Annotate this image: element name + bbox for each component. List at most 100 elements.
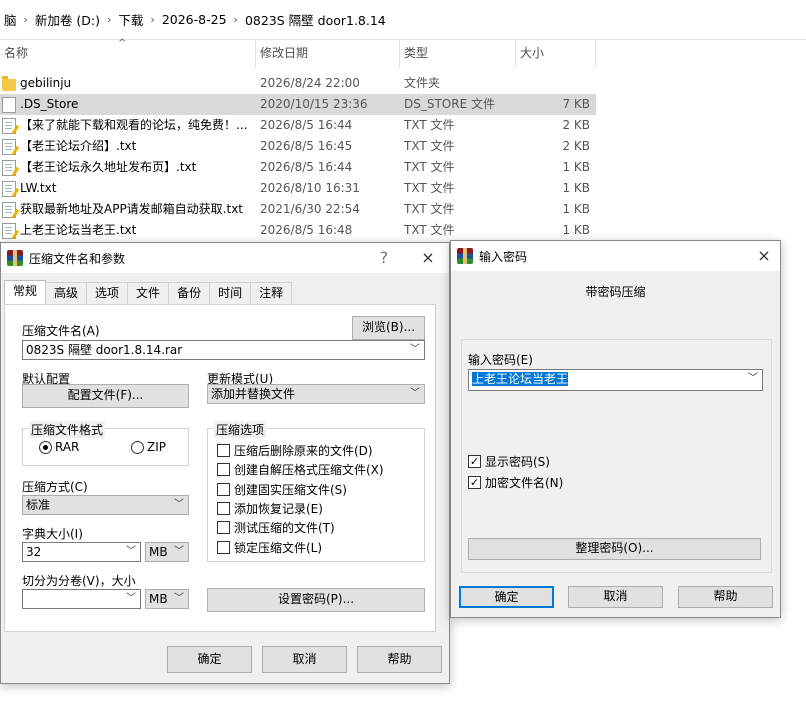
tab-advanced[interactable]: 高级: [45, 282, 88, 304]
organize-passwords-button[interactable]: 整理密码(O)...: [468, 538, 761, 560]
file-size: 2 KB: [562, 118, 590, 132]
password-cancel-button[interactable]: 取消: [568, 586, 663, 608]
chevron-down-icon[interactable]: ﹀: [126, 543, 136, 561]
chevron-down-icon[interactable]: ﹀: [126, 590, 136, 608]
help-button[interactable]: 帮助: [357, 646, 442, 673]
file-type: TXT 文件: [404, 223, 455, 237]
close-icon[interactable]: ×: [749, 241, 779, 271]
file-row[interactable]: 【老王论坛介绍】.txt 2026/8/5 16:45 TXT 文件 2 KB: [0, 136, 596, 157]
checkbox-icon: [217, 502, 230, 515]
show-password-label: 显示密码(S): [485, 455, 550, 469]
file-date: 2020/10/15 23:36: [260, 97, 368, 111]
password-ok-button[interactable]: 确定: [459, 586, 554, 608]
file-row[interactable]: LW.txt 2026/8/10 16:31 TXT 文件 1 KB: [0, 178, 596, 199]
archive-name-input[interactable]: 0823S 隔壁 door1.8.14.rar ﹀: [22, 340, 425, 360]
format-rar-radio[interactable]: RAR: [39, 440, 79, 454]
breadcrumb-4[interactable]: 0823S 隔壁 door1.8.14: [241, 10, 390, 29]
close-icon[interactable]: ×: [413, 243, 443, 273]
option-label: 压缩后删除原来的文件(D): [234, 444, 373, 458]
file-row[interactable]: gebilinju 2026/8/24 22:00 文件夹: [0, 73, 596, 94]
file-date: 2026/8/5 16:44: [260, 160, 353, 174]
file-size: 1 KB: [562, 202, 590, 216]
column-type[interactable]: 类型: [400, 40, 516, 68]
radio-unchecked-icon: [131, 440, 144, 454]
archive-tabs: 常规 高级 选项 文件 备份 时间 注释: [4, 280, 293, 304]
chevron-down-icon[interactable]: ﹀: [410, 341, 420, 359]
options-group-title: 压缩选项: [214, 421, 267, 438]
option-label: 锁定压缩文件(L): [234, 541, 323, 555]
chevron-down-icon[interactable]: ﹀: [174, 590, 184, 608]
file-type: DS_STORE 文件: [404, 97, 495, 111]
dict-size-input[interactable]: 32 ﹀: [22, 542, 141, 562]
encrypt-names-label: 加密文件名(N): [485, 476, 564, 490]
breadcrumb-2[interactable]: 下载: [114, 10, 147, 29]
encrypt-names-checkbox[interactable]: 加密文件名(N): [468, 474, 563, 491]
password-input[interactable]: 上老王论坛当老王 ﹀: [468, 369, 763, 391]
password-dialog-title: 输入密码: [479, 249, 528, 264]
file-row[interactable]: 【老王论坛永久地址发布页】.txt 2026/8/5 16:44 TXT 文件 …: [0, 157, 596, 178]
tab-backup[interactable]: 备份: [168, 282, 211, 304]
tab-general[interactable]: 常规: [4, 280, 47, 304]
help-icon[interactable]: ?: [369, 243, 399, 273]
file-name: 上老王论坛当老王.txt: [20, 223, 137, 237]
password-help-button[interactable]: 帮助: [678, 586, 773, 608]
browse-button[interactable]: 浏览(B)...: [352, 316, 425, 340]
format-zip-radio[interactable]: ZIP: [131, 440, 166, 454]
blank-file-icon: [2, 96, 16, 113]
password-value: 上老王论坛当老王: [472, 372, 569, 386]
option-label: 添加恢复记录(E): [234, 502, 323, 516]
solid-checkbox[interactable]: 创建固实压缩文件(S): [217, 481, 347, 498]
column-size[interactable]: 大小: [516, 40, 596, 68]
set-password-button[interactable]: 设置密码(P)...: [207, 588, 425, 612]
file-row[interactable]: 获取最新地址及APP请发邮箱自动获取.txt 2021/6/30 22:54 T…: [0, 199, 596, 220]
text-file-icon: [2, 138, 16, 155]
dict-unit-select[interactable]: MB ﹀: [145, 542, 189, 562]
address-bar[interactable]: 脑 › 新加卷 (D:) › 下载 › 2026-8-25 › 0823S 隔壁…: [0, 0, 806, 40]
file-name: 获取最新地址及APP请发邮箱自动获取.txt: [20, 202, 244, 216]
checkbox-icon: [217, 483, 230, 496]
method-select[interactable]: 标准 ﹀: [22, 495, 189, 515]
tab-files[interactable]: 文件: [127, 282, 170, 304]
column-date[interactable]: 修改日期: [256, 40, 400, 68]
archive-dialog-title: 压缩文件名和参数: [29, 251, 126, 266]
recovery-checkbox[interactable]: 添加恢复记录(E): [217, 500, 323, 517]
update-mode-select[interactable]: 添加并替换文件 ﹀: [207, 384, 425, 404]
archive-dialog-titlebar[interactable]: 压缩文件名和参数 ? ×: [1, 243, 449, 273]
file-row[interactable]: 上老王论坛当老王.txt 2026/8/5 16:48 TXT 文件 1 KB: [0, 220, 596, 241]
chevron-right-icon: ›: [107, 13, 112, 26]
format-group-title: 压缩文件格式: [29, 421, 106, 438]
file-size: 1 KB: [562, 181, 590, 195]
split-unit-select[interactable]: MB ﹀: [145, 589, 189, 609]
chevron-down-icon[interactable]: ﹀: [748, 370, 758, 388]
tab-time[interactable]: 时间: [209, 282, 252, 304]
split-size-input[interactable]: ﹀: [22, 589, 141, 609]
file-size: 1 KB: [562, 160, 590, 174]
tab-comment[interactable]: 注释: [250, 282, 293, 304]
chevron-right-icon: ›: [150, 13, 155, 26]
tab-options[interactable]: 选项: [86, 282, 129, 304]
text-file-icon: [2, 117, 16, 134]
password-dialog-titlebar[interactable]: 输入密码 ×: [451, 241, 780, 271]
breadcrumb-3[interactable]: 2026-8-25: [158, 12, 231, 27]
breadcrumb-0[interactable]: 脑: [0, 10, 21, 29]
file-row[interactable]: .DS_Store 2020/10/15 23:36 DS_STORE 文件 7…: [0, 94, 596, 115]
file-name: gebilinju: [20, 76, 72, 90]
file-name: 【来了就能下载和观看的论坛，纯免费！...: [20, 118, 248, 132]
show-password-checkbox[interactable]: 显示密码(S): [468, 453, 550, 470]
breadcrumb-1[interactable]: 新加卷 (D:): [31, 10, 104, 29]
test-checkbox[interactable]: 测试压缩的文件(T): [217, 519, 335, 536]
cancel-button[interactable]: 取消: [262, 646, 347, 673]
chevron-down-icon[interactable]: ﹀: [174, 496, 184, 514]
file-row[interactable]: 【来了就能下载和观看的论坛，纯免费！... 2026/8/5 16:44 TXT…: [0, 115, 596, 136]
checkbox-checked-icon: [468, 455, 481, 468]
update-mode-value: 添加并替换文件: [211, 387, 296, 401]
lock-checkbox[interactable]: 锁定压缩文件(L): [217, 539, 322, 556]
ok-button[interactable]: 确定: [167, 646, 252, 673]
chevron-down-icon[interactable]: ﹀: [174, 543, 184, 561]
file-date: 2021/6/30 22:54: [260, 202, 360, 216]
column-name[interactable]: 名称: [0, 40, 256, 68]
chevron-down-icon[interactable]: ﹀: [410, 385, 420, 403]
sfx-checkbox[interactable]: 创建自解压格式压缩文件(X): [217, 461, 384, 478]
delete-after-checkbox[interactable]: 压缩后删除原来的文件(D): [217, 442, 373, 459]
profiles-button[interactable]: 配置文件(F)...: [22, 384, 189, 408]
